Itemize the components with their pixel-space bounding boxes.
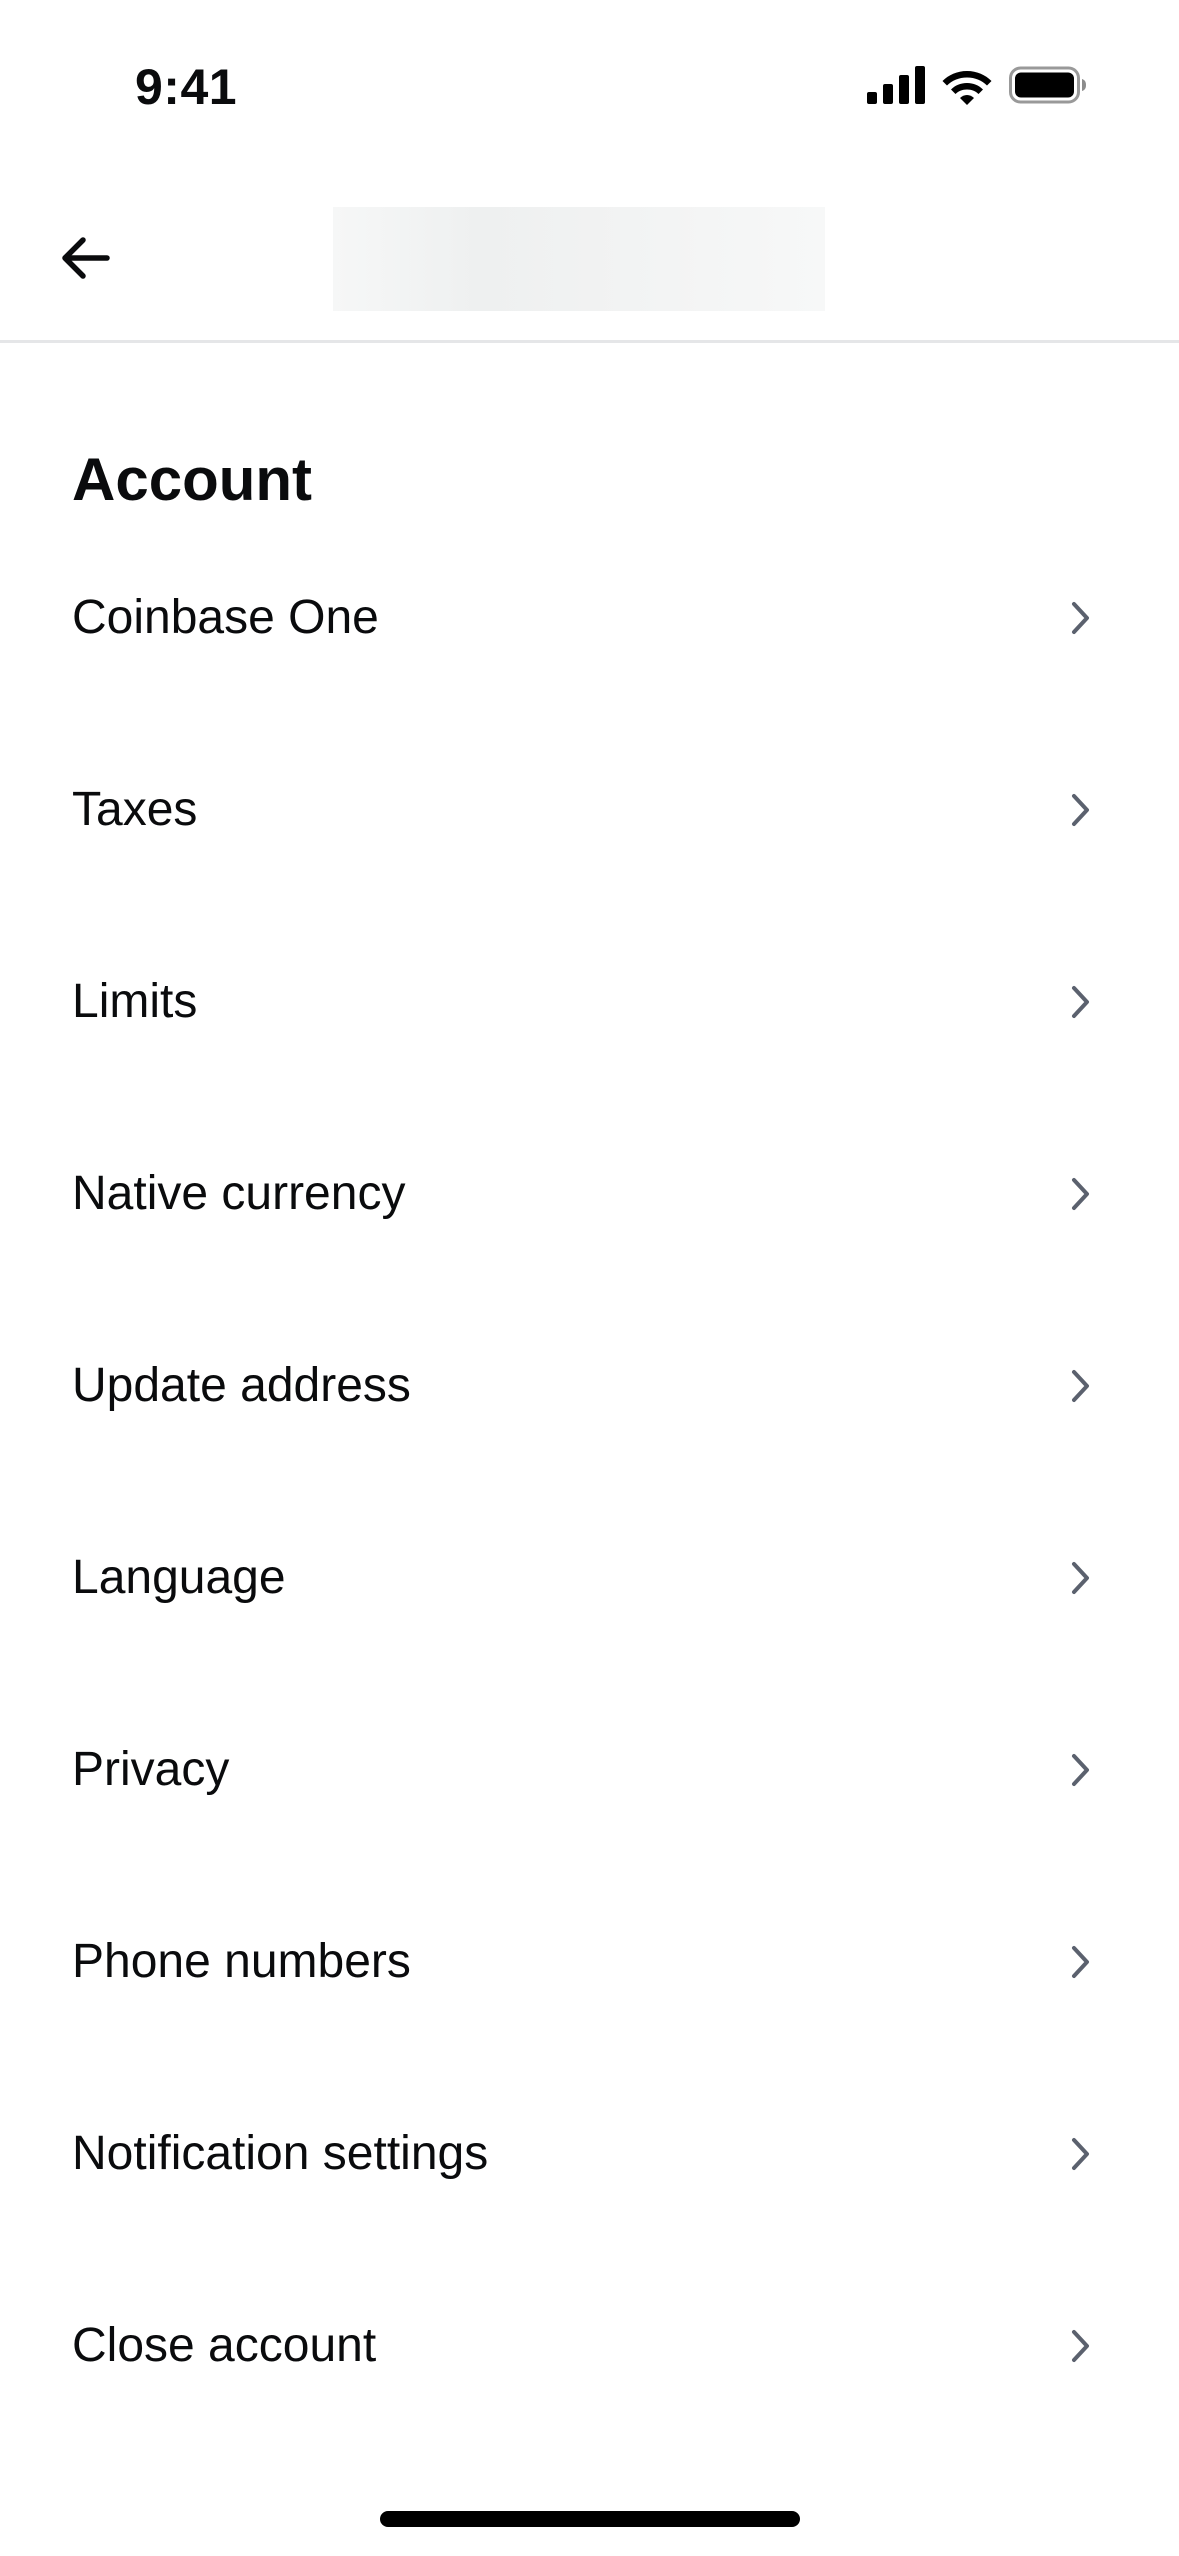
chevron-right-icon bbox=[1061, 1174, 1101, 1214]
section-title: Account bbox=[72, 446, 312, 513]
menu-item-limits[interactable]: Limits bbox=[0, 906, 1179, 1098]
chevron-right-icon bbox=[1061, 982, 1101, 1022]
menu-item-phone-numbers[interactable]: Phone numbers bbox=[0, 1866, 1179, 2058]
menu-item-privacy[interactable]: Privacy bbox=[0, 1674, 1179, 1866]
arrow-left-icon bbox=[59, 236, 111, 285]
wifi-icon bbox=[941, 65, 993, 110]
home-indicator[interactable] bbox=[380, 2511, 800, 2527]
menu-item-close-account[interactable]: Close account bbox=[0, 2250, 1179, 2442]
menu-item-label: Taxes bbox=[72, 783, 198, 836]
account-menu-list: Coinbase One Taxes Limits Native currenc… bbox=[0, 522, 1179, 2442]
menu-item-taxes[interactable]: Taxes bbox=[0, 714, 1179, 906]
menu-item-label: Coinbase One bbox=[72, 591, 379, 644]
menu-item-language[interactable]: Language bbox=[0, 1482, 1179, 1674]
navigation-bar bbox=[0, 175, 1179, 343]
menu-item-native-currency[interactable]: Native currency bbox=[0, 1098, 1179, 1290]
cellular-signal-icon bbox=[867, 65, 925, 109]
menu-item-label: Limits bbox=[72, 975, 198, 1028]
menu-item-label: Update address bbox=[72, 1359, 411, 1412]
chevron-right-icon bbox=[1061, 1750, 1101, 1790]
chevron-right-icon bbox=[1061, 790, 1101, 830]
menu-item-coinbase-one[interactable]: Coinbase One bbox=[0, 522, 1179, 714]
chevron-right-icon bbox=[1061, 2134, 1101, 2174]
chevron-right-icon bbox=[1061, 1366, 1101, 1406]
menu-item-label: Language bbox=[72, 1551, 286, 1604]
menu-item-label: Privacy bbox=[72, 1743, 230, 1796]
menu-item-label: Notification settings bbox=[72, 2127, 489, 2180]
chevron-right-icon bbox=[1061, 598, 1101, 638]
nav-title-placeholder bbox=[333, 207, 825, 311]
status-bar: 9:41 bbox=[0, 0, 1179, 175]
status-icons bbox=[867, 65, 1089, 110]
menu-item-label: Close account bbox=[72, 2319, 377, 2372]
menu-item-label: Phone numbers bbox=[72, 1935, 411, 1988]
menu-item-update-address[interactable]: Update address bbox=[0, 1290, 1179, 1482]
menu-item-notification-settings[interactable]: Notification settings bbox=[0, 2058, 1179, 2250]
chevron-right-icon bbox=[1061, 2326, 1101, 2366]
chevron-right-icon bbox=[1061, 1942, 1101, 1982]
menu-item-label: Native currency bbox=[72, 1167, 406, 1220]
battery-icon bbox=[1009, 65, 1089, 110]
chevron-right-icon bbox=[1061, 1558, 1101, 1598]
status-time: 9:41 bbox=[135, 59, 238, 115]
back-button[interactable] bbox=[45, 220, 125, 300]
